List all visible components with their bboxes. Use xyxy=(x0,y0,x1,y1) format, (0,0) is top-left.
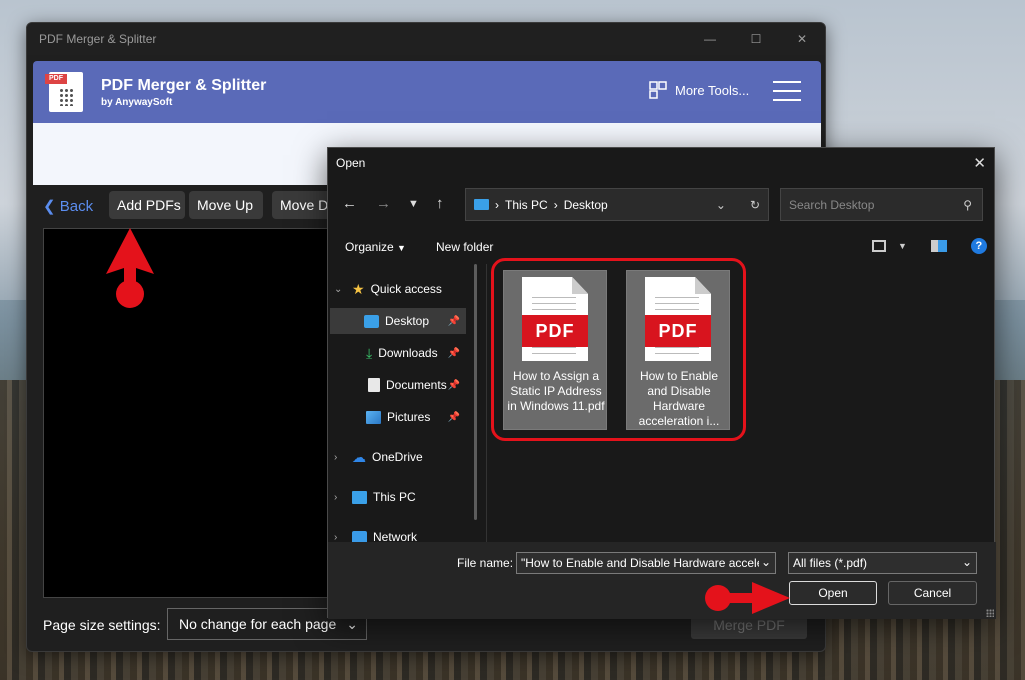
pin-icon: 📌 xyxy=(447,315,460,327)
brand: PDF Merger & Splitter by AnywaySoft xyxy=(101,77,266,108)
file-name-value: "How to Enable and Disable Hardware acce… xyxy=(521,556,764,570)
app-header: PDF PDF Merger & Splitter by AnywaySoft … xyxy=(33,61,821,123)
file-type-select[interactable]: All files (*.pdf) ⌄ xyxy=(788,552,977,574)
dialog-footer: File name: "How to Enable and Disable Ha… xyxy=(328,542,996,619)
onedrive-icon: ☁ xyxy=(352,448,366,465)
nav-item-pictures[interactable]: Pictures 📌 xyxy=(330,404,466,430)
page-size-label: Page size settings: xyxy=(43,617,161,633)
refresh-icon[interactable]: ↻ xyxy=(750,198,760,212)
app-logo-icon: PDF xyxy=(45,72,83,112)
file-name-field[interactable]: "How to Enable and Disable Hardware acce… xyxy=(516,552,776,574)
navigation-pane: ⌄ ★ Quick access Desktop 📌 ⤓ Downloads 📌… xyxy=(328,264,480,542)
search-input[interactable]: Search Desktop ⚲ xyxy=(780,188,983,221)
more-tools-button[interactable]: More Tools... xyxy=(649,81,749,99)
logo-tab: PDF xyxy=(45,74,67,84)
expand-chevron-icon[interactable]: › xyxy=(334,532,346,543)
organize-button[interactable]: Organize ▼ xyxy=(345,240,406,254)
forward-arrow-icon[interactable]: → xyxy=(376,195,391,212)
page-size-value: No change for each page xyxy=(179,616,337,632)
search-icon: ⚲ xyxy=(963,197,972,212)
nav-item-quick-access[interactable]: ⌄ ★ Quick access xyxy=(334,276,474,302)
pin-icon: 📌 xyxy=(447,379,460,391)
add-pdfs-button[interactable]: Add PDFs xyxy=(109,191,185,219)
back-arrow-icon[interactable]: ← xyxy=(342,195,357,212)
help-icon[interactable]: ? xyxy=(970,238,987,254)
address-dropdown-icon[interactable]: ⌄ xyxy=(716,198,726,212)
nav-item-network[interactable]: › Network xyxy=(334,524,474,542)
annotation-arrow-right-icon xyxy=(705,582,790,614)
expand-chevron-icon[interactable]: › xyxy=(334,452,346,463)
search-placeholder: Search Desktop xyxy=(789,197,875,212)
chevron-down-icon[interactable]: ⌄ xyxy=(758,555,771,569)
desktop-icon xyxy=(364,314,379,328)
dialog-command-bar: Organize ▼ New folder ▼ ? xyxy=(328,234,996,260)
this-pc-icon xyxy=(474,199,489,210)
expand-chevron-icon[interactable]: › xyxy=(334,492,346,503)
nav-item-onedrive[interactable]: › ☁ OneDrive xyxy=(334,444,474,470)
change-view-icon[interactable] xyxy=(872,240,886,252)
move-down-button[interactable]: Move D xyxy=(272,191,332,219)
nav-item-documents[interactable]: Documents 📌 xyxy=(330,372,466,398)
minimize-button[interactable]: — xyxy=(687,23,733,55)
nav-scrollbar[interactable] xyxy=(474,264,477,520)
network-icon xyxy=(352,530,367,542)
documents-icon xyxy=(368,378,380,392)
dialog-nav-row: ← → ▼ ↑ › This PC › Desktop ⌄ ↻ Search D… xyxy=(328,188,996,222)
back-label: Back xyxy=(59,198,94,215)
selection-highlight-annotation xyxy=(491,258,746,441)
dialog-title: Open xyxy=(336,156,366,170)
cancel-button[interactable]: Cancel xyxy=(888,581,977,605)
new-folder-button[interactable]: New folder xyxy=(436,240,493,254)
star-icon: ★ xyxy=(352,280,365,297)
open-dialog: Open ✕ ← → ▼ ↑ › This PC › Desktop ⌄ ↻ S… xyxy=(327,147,996,619)
app-name: PDF Merger & Splitter xyxy=(101,76,267,94)
nav-item-downloads[interactable]: ⤓ Downloads 📌 xyxy=(330,340,466,366)
collapse-chevron-icon[interactable]: ⌄ xyxy=(334,284,346,295)
chevron-down-icon: ⌄ xyxy=(961,555,972,569)
pictures-icon xyxy=(366,410,381,424)
more-tools-label: More Tools... xyxy=(675,82,750,98)
back-button[interactable]: ❮ Back xyxy=(43,197,93,215)
preview-pane-icon[interactable] xyxy=(930,240,947,252)
this-pc-icon xyxy=(352,490,367,504)
pin-icon: 📌 xyxy=(447,347,460,359)
recent-locations-chevron-icon[interactable]: ▼ xyxy=(408,198,419,210)
file-name-label: File name: xyxy=(457,556,514,570)
organize-label: Organize xyxy=(345,240,394,254)
nav-item-this-pc[interactable]: › This PC xyxy=(334,484,474,510)
window-title: PDF Merger & Splitter xyxy=(39,32,157,46)
open-button[interactable]: Open xyxy=(789,581,877,605)
hamburger-menu-icon[interactable] xyxy=(773,81,801,101)
annotation-arrow-up-icon xyxy=(106,228,154,308)
grid-icon xyxy=(649,81,667,99)
address-bar[interactable]: › This PC › Desktop ⌄ ↻ xyxy=(465,188,769,221)
breadcrumb-desktop[interactable]: Desktop xyxy=(564,198,608,212)
up-arrow-icon[interactable]: ↑ xyxy=(436,195,444,212)
file-type-value: All files (*.pdf) xyxy=(793,556,868,570)
dialog-close-icon[interactable]: ✕ xyxy=(973,154,986,172)
close-button[interactable]: ✕ xyxy=(779,23,825,55)
pdf-file-list[interactable] xyxy=(43,228,343,598)
view-options-chevron-icon[interactable]: ▼ xyxy=(898,241,907,251)
download-icon: ⤓ xyxy=(366,344,373,361)
app-titlebar: PDF Merger & Splitter — ☐ ✕ xyxy=(27,23,825,55)
pin-icon: 📌 xyxy=(447,411,460,423)
app-byline: by AnywaySoft xyxy=(101,96,173,108)
resize-grip-icon[interactable] xyxy=(986,609,994,617)
move-up-button[interactable]: Move Up xyxy=(189,191,263,219)
breadcrumb-this-pc[interactable]: This PC xyxy=(505,198,548,212)
nav-item-desktop[interactable]: Desktop 📌 xyxy=(330,308,466,334)
maximize-button[interactable]: ☐ xyxy=(733,23,779,55)
